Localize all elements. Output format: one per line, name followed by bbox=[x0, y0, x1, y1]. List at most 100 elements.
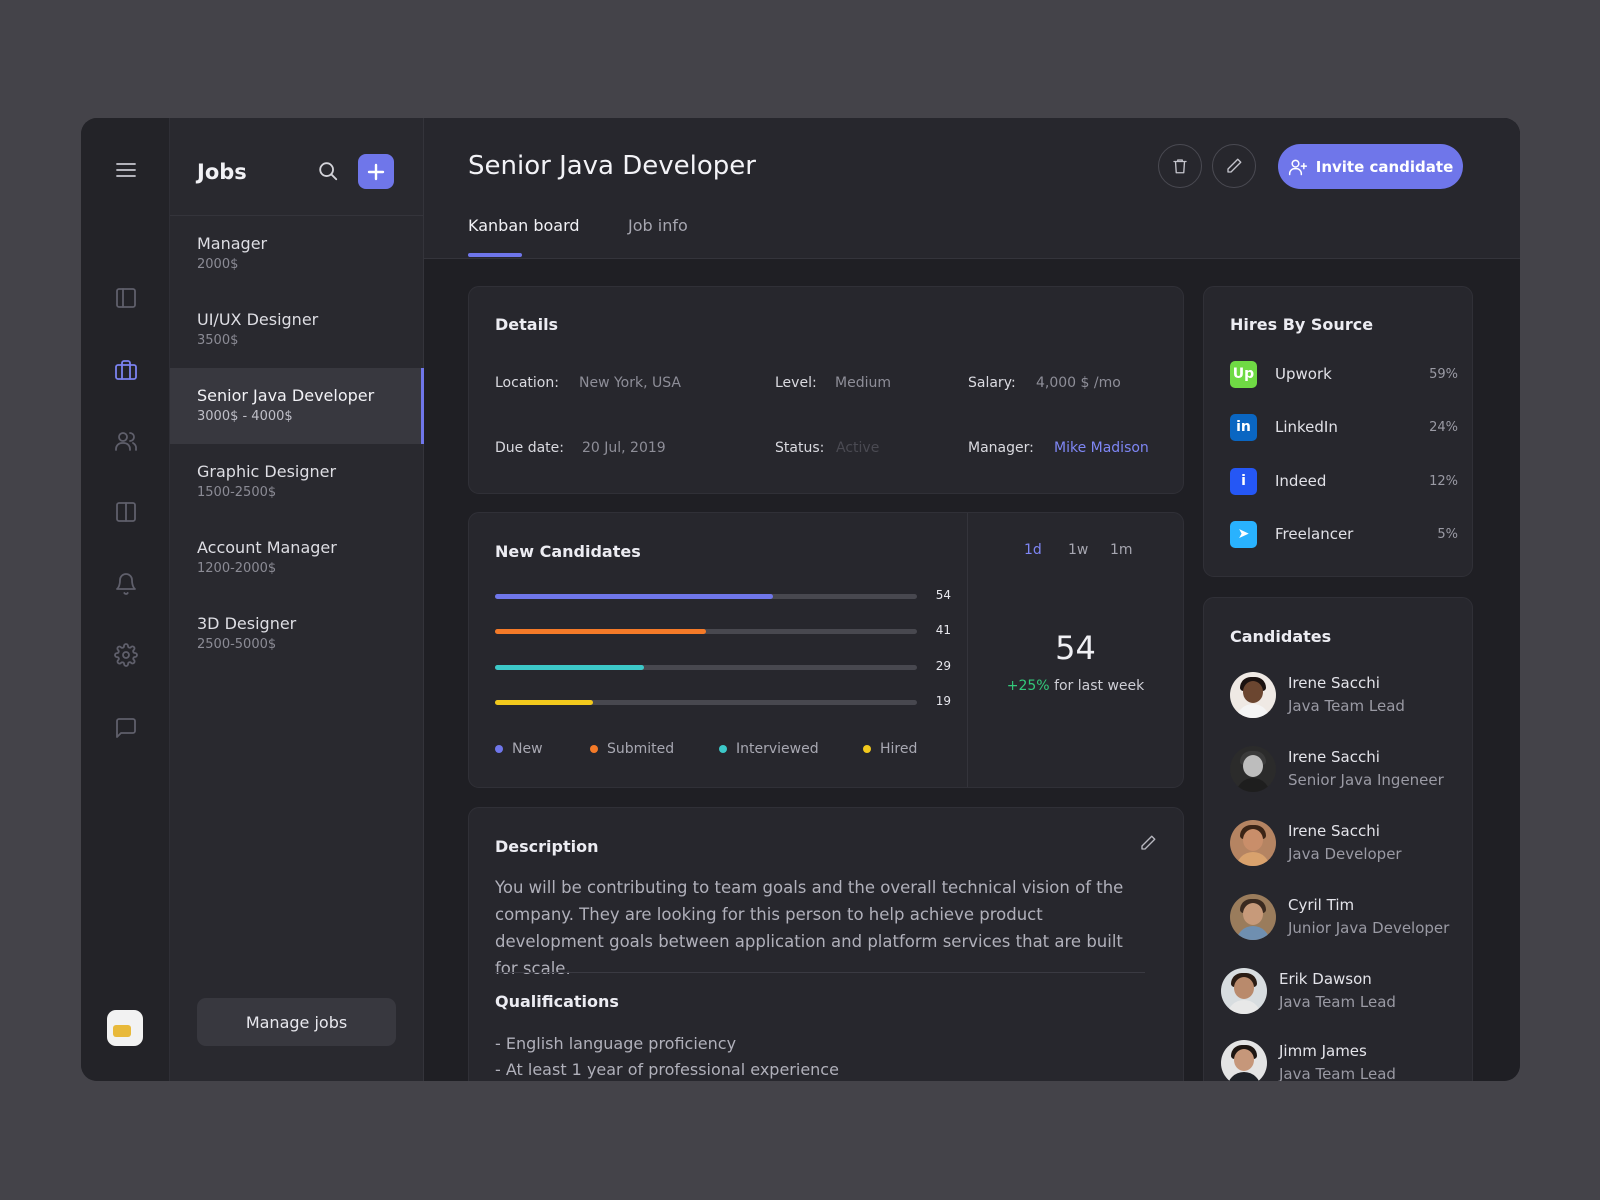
manager-link[interactable]: Mike Madison bbox=[1054, 440, 1149, 456]
candidate-item[interactable]: Erik Dawson Java Team Lead bbox=[1221, 966, 1396, 1016]
job-salary: 1500-2500$ bbox=[197, 485, 277, 500]
job-salary: 2500-5000$ bbox=[197, 637, 277, 652]
details-card: Details Location: New York, USA Level: M… bbox=[468, 286, 1184, 494]
invite-candidate-label: Invite candidate bbox=[1315, 157, 1454, 176]
level-value: Medium bbox=[835, 375, 891, 391]
panel-icon[interactable] bbox=[112, 284, 140, 312]
job-item[interactable]: Manager 2000$ bbox=[170, 216, 424, 292]
legend-label: Interviewed bbox=[736, 741, 819, 757]
page-title: Senior Java Developer bbox=[468, 151, 756, 181]
candidate-name: Jimm James bbox=[1279, 1042, 1367, 1060]
details-title: Details bbox=[495, 315, 559, 334]
candidate-item[interactable]: Cyril Tim Junior Java Developer bbox=[1230, 892, 1449, 942]
columns-icon[interactable] bbox=[112, 498, 140, 526]
bar-value-label: 41 bbox=[935, 623, 951, 637]
menu-icon[interactable] bbox=[112, 156, 140, 184]
period-1w[interactable]: 1w bbox=[1068, 542, 1088, 558]
hires-by-source-title: Hires By Source bbox=[1230, 315, 1374, 334]
status-value: Active bbox=[836, 440, 880, 456]
freelancer-logo-icon: ➤ bbox=[1230, 520, 1257, 548]
source-name: Indeed bbox=[1275, 472, 1327, 490]
source-percent: 59% bbox=[1429, 366, 1458, 382]
candidate-item[interactable]: Jimm James Java Team Lead bbox=[1221, 1038, 1396, 1081]
period-1m[interactable]: 1m bbox=[1110, 542, 1133, 558]
job-item[interactable]: Account Manager 1200-2000$ bbox=[170, 520, 424, 596]
candidate-name: Irene Sacchi bbox=[1288, 674, 1380, 692]
candidate-info: Erik Dawson Java Team Lead bbox=[1279, 969, 1396, 1013]
legend-dot bbox=[495, 745, 503, 753]
description-text: You will be contributing to team goals a… bbox=[495, 878, 1124, 978]
manager-label: Manager: bbox=[968, 440, 1034, 456]
candidate-info: Irene Sacchi Java Developer bbox=[1288, 821, 1402, 865]
job-name: Account Manager bbox=[197, 538, 337, 557]
linkedin-logo-icon: in bbox=[1230, 413, 1257, 441]
manage-jobs-button[interactable]: Manage jobs bbox=[197, 998, 396, 1046]
job-name: Graphic Designer bbox=[197, 462, 337, 481]
job-item[interactable]: UI/UX Designer 3500$ bbox=[170, 292, 424, 368]
upwork-logo-icon: Up bbox=[1230, 360, 1257, 388]
candidate-item[interactable]: Irene Sacchi Java Team Lead bbox=[1230, 670, 1405, 720]
app-window: Jobs Manager 2000$ UI/UX Designer 3500$ … bbox=[81, 118, 1520, 1081]
salary-label: Salary: bbox=[968, 375, 1016, 391]
candidate-role: Java Developer bbox=[1288, 845, 1402, 863]
bar-interviewed bbox=[495, 665, 644, 670]
location-label: Location: bbox=[495, 375, 559, 391]
users-icon[interactable] bbox=[112, 427, 140, 455]
due-date-label: Due date: bbox=[495, 440, 565, 456]
candidate-name: Erik Dawson bbox=[1279, 970, 1372, 988]
jobs-title: Jobs bbox=[197, 160, 247, 184]
source-name: LinkedIn bbox=[1275, 418, 1338, 436]
main-content: Senior Java Developer Invite candidate K… bbox=[424, 118, 1520, 1081]
job-salary: 2000$ bbox=[197, 257, 239, 272]
trash-icon bbox=[1173, 159, 1187, 174]
legend-dot bbox=[590, 745, 598, 753]
candidate-role: Java Team Lead bbox=[1288, 697, 1405, 715]
candidate-role: Senior Java Ingeneer bbox=[1288, 771, 1444, 789]
bar-track bbox=[495, 594, 917, 599]
qualification-item: - At least 1 year of professional experi… bbox=[495, 1060, 839, 1079]
job-salary: 3000$ - 4000$ bbox=[197, 409, 293, 424]
description-title: Description bbox=[495, 837, 599, 856]
period-1d[interactable]: 1d bbox=[1024, 542, 1042, 558]
qualifications-title: Qualifications bbox=[495, 992, 619, 1011]
candidate-item[interactable]: Irene Sacchi Java Developer bbox=[1230, 818, 1402, 868]
source-row: Up Upwork 59% bbox=[1230, 360, 1458, 388]
user-avatar[interactable] bbox=[107, 1010, 143, 1046]
add-job-button[interactable] bbox=[358, 154, 394, 189]
job-name: Senior Java Developer bbox=[197, 386, 375, 405]
candidate-role: Java Team Lead bbox=[1279, 993, 1396, 1011]
delete-button[interactable] bbox=[1158, 144, 1202, 188]
job-item-selected[interactable]: Senior Java Developer 3000$ - 4000$ bbox=[170, 368, 424, 444]
chat-icon[interactable] bbox=[112, 714, 140, 742]
job-item[interactable]: 3D Designer 2500-5000$ bbox=[170, 596, 424, 672]
edit-button[interactable] bbox=[1212, 144, 1256, 188]
legend-item: Hired bbox=[863, 741, 917, 757]
job-name: UI/UX Designer bbox=[197, 310, 319, 329]
candidate-item[interactable]: Irene Sacchi Senior Java Ingeneer bbox=[1230, 744, 1444, 794]
candidate-info: Irene Sacchi Java Team Lead bbox=[1288, 673, 1405, 717]
edit-description-icon[interactable] bbox=[1139, 834, 1159, 854]
legend-dot bbox=[719, 745, 727, 753]
bar-value-label: 54 bbox=[935, 588, 951, 602]
pencil-icon bbox=[1227, 158, 1242, 173]
bell-icon[interactable] bbox=[112, 570, 140, 598]
candidate-avatar bbox=[1221, 1040, 1267, 1081]
salary-value: 4,000 $ /mo bbox=[1036, 375, 1121, 391]
briefcase-icon[interactable] bbox=[112, 356, 140, 384]
source-name: Upwork bbox=[1275, 365, 1332, 383]
jobs-header: Jobs bbox=[170, 118, 423, 216]
legend-item: Submited bbox=[590, 741, 674, 757]
tab-job-info[interactable]: Job info bbox=[628, 216, 688, 235]
search-icon[interactable] bbox=[317, 160, 341, 184]
tab-kanban-board[interactable]: Kanban board bbox=[468, 216, 580, 235]
candidates-title: Candidates bbox=[1230, 627, 1332, 646]
divider bbox=[495, 972, 1145, 973]
legend-item: New bbox=[495, 741, 543, 757]
invite-candidate-button[interactable]: Invite candidate bbox=[1278, 144, 1463, 189]
bar-track bbox=[495, 700, 917, 705]
candidate-role: Junior Java Developer bbox=[1288, 919, 1450, 937]
job-name: 3D Designer bbox=[197, 614, 297, 633]
bar-new bbox=[495, 594, 773, 599]
gear-icon[interactable] bbox=[112, 641, 140, 669]
job-item[interactable]: Graphic Designer 1500-2500$ bbox=[170, 444, 424, 520]
